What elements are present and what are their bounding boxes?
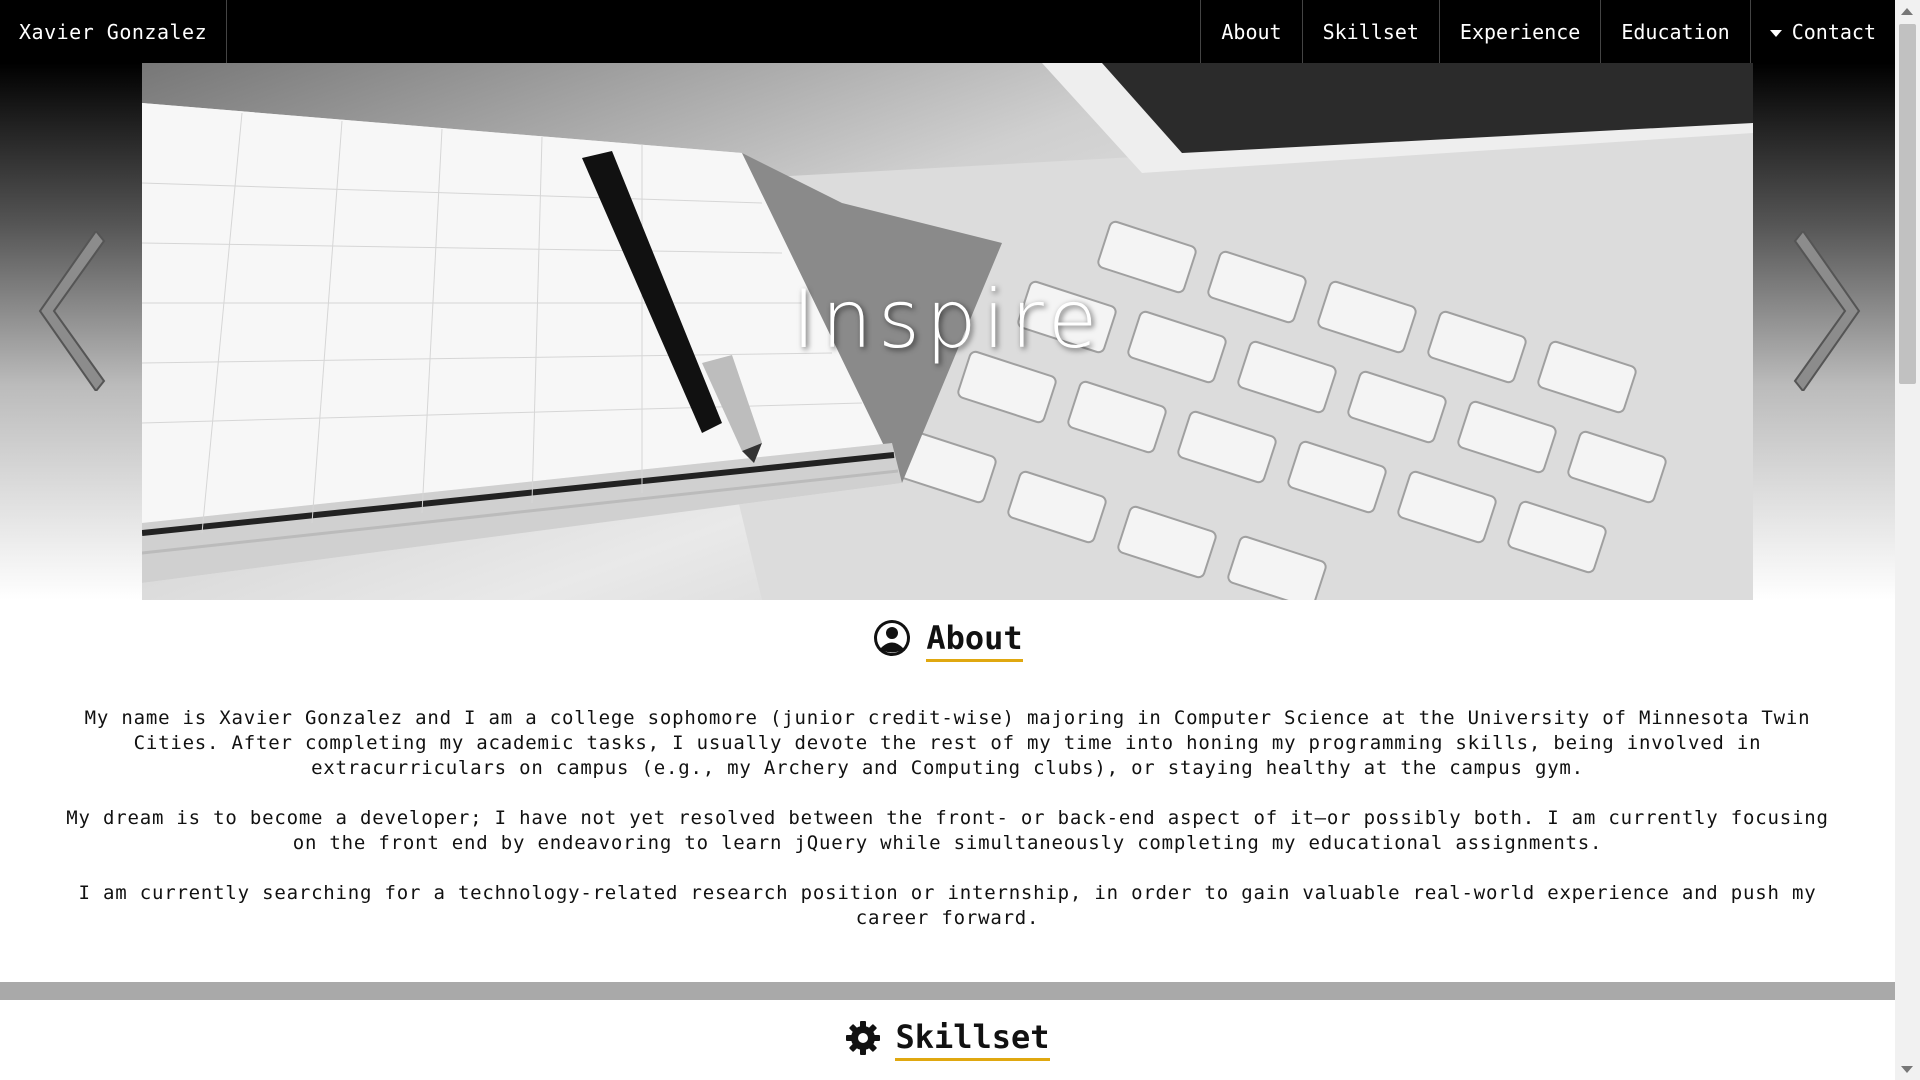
scroll-up-arrow-icon[interactable] [1901,8,1913,15]
page-scrollbar[interactable] [1895,0,1920,1080]
about-paragraph: I am currently searching for a technolog… [78,882,1817,929]
about-body: My name is Xavier Gonzalez and I am a co… [60,706,1835,956]
nav-item-about[interactable]: About [1200,0,1301,63]
about-heading: About [0,618,1895,662]
skillset-heading: Skillset [0,1018,1895,1061]
nav-item-contact-label: Contact [1791,19,1876,44]
hero-carousel: Inspire [0,63,1895,600]
caret-down-icon [1769,30,1782,37]
nav-item-experience[interactable]: Experience [1438,0,1600,63]
section-divider [0,982,1895,1000]
about-title: About [926,619,1023,662]
skillset-title: Skillset [895,1018,1050,1061]
hero-notebook-laptop-image: Inspire [142,63,1753,600]
nav-item-contact-dropdown[interactable]: Contact [1749,0,1895,63]
gear-icon [845,1020,881,1060]
scroll-down-arrow-icon[interactable] [1901,1066,1913,1073]
nav-item-education[interactable]: Education [1600,0,1749,63]
about-paragraph: My name is Xavier Gonzalez and I am a co… [84,707,1811,779]
user-circle-icon [872,618,912,662]
carousel-next-arrow-icon[interactable] [1793,229,1865,393]
hero-caption: Inspire [791,273,1104,366]
scrollbar-thumb[interactable] [1899,24,1916,384]
navbar-spacer [227,0,1200,63]
brand-name[interactable]: Xavier Gonzalez [0,0,228,63]
carousel-prev-arrow-icon[interactable] [34,229,106,393]
about-paragraph: My dream is to become a developer; I hav… [66,807,1829,854]
nav-item-skillset[interactable]: Skillset [1301,0,1439,63]
top-navbar: Xavier Gonzalez About Skillset Experienc… [0,0,1895,63]
